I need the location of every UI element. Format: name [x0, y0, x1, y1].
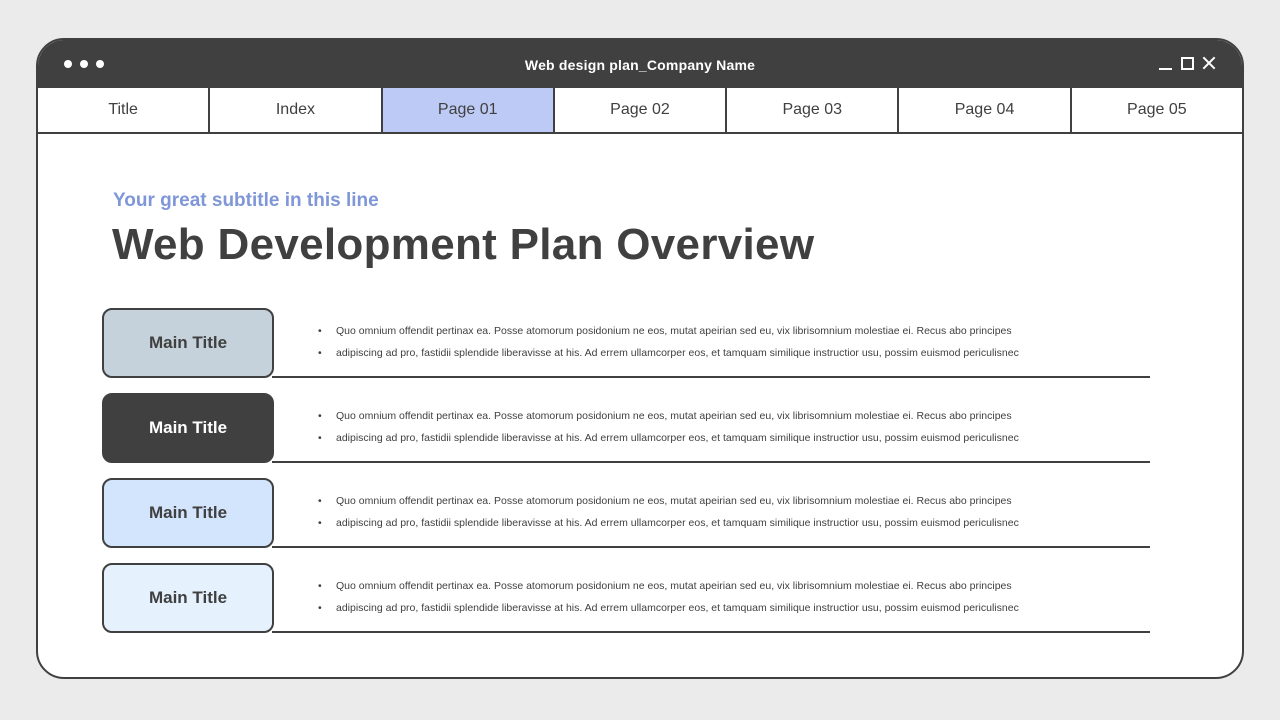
tab-bar: Title Index Page 01 Page 02 Page 03 Page 04 Pa…	[38, 88, 1242, 134]
page-title: Web Development Plan Overview	[112, 220, 815, 269]
main-title-box: Main Title	[102, 308, 274, 378]
bullet-list: Quo omnium offendit pertinax ea. Posse a…	[316, 405, 1019, 449]
list-item: Main Title Quo omnium offendit pertinax e…	[102, 563, 1150, 633]
main-title-box: Main Title	[102, 478, 274, 548]
main-title-box: Main Title	[102, 563, 274, 633]
bullet-text: adipiscing ad pro, fastidii splendide li…	[316, 597, 1019, 619]
title-bar: Web design plan_Company Name	[38, 40, 1242, 88]
tab-title[interactable]: Title	[38, 88, 211, 132]
bullet-text: adipiscing ad pro, fastidii splendide li…	[316, 342, 1019, 364]
bullet-text: Quo omnium offendit pertinax ea. Posse a…	[316, 490, 1019, 512]
tab-page-02[interactable]: Page 02	[555, 88, 728, 132]
window-title: Web design plan_Company Name	[524, 57, 756, 73]
minimize-icon[interactable]	[1159, 56, 1173, 70]
tab-page-01[interactable]: Page 01	[382, 88, 555, 132]
window-controls	[1159, 56, 1216, 70]
page-subtitle: Your great subtitle in this line	[113, 190, 379, 211]
close-icon[interactable]	[1202, 56, 1216, 70]
bullet-text: Quo omnium offendit pertinax ea. Posse a…	[316, 405, 1019, 427]
bullet-list: Quo omnium offendit pertinax ea. Posse a…	[316, 490, 1019, 534]
maximize-icon[interactable]	[1181, 56, 1194, 70]
bullet-list: Quo omnium offendit pertinax ea. Posse a…	[316, 575, 1019, 619]
overview-list: Main Title Quo omnium offendit pertinax e…	[102, 308, 1150, 648]
list-item: Main Title Quo omnium offendit pertinax e…	[102, 478, 1150, 548]
bullet-list: Quo omnium offendit pertinax ea. Posse a…	[316, 320, 1019, 364]
tab-index[interactable]: Index	[210, 88, 383, 132]
tab-page-05[interactable]: Page 05	[1072, 88, 1242, 132]
tab-page-04[interactable]: Page 04	[899, 88, 1072, 132]
browser-window: Web design plan_Company Name Title Index P…	[36, 38, 1244, 679]
bullet-text: adipiscing ad pro, fastidii splendide li…	[316, 427, 1019, 449]
bullet-text: Quo omnium offendit pertinax ea. Posse a…	[316, 320, 1019, 342]
bullet-text: Quo omnium offendit pertinax ea. Posse a…	[316, 575, 1019, 597]
list-item: Main Title Quo omnium offendit pertinax e…	[102, 308, 1150, 378]
list-item: Main Title Quo omnium offendit pertinax e…	[102, 393, 1150, 463]
main-title-box: Main Title	[102, 393, 274, 463]
bullet-text: adipiscing ad pro, fastidii splendide li…	[316, 512, 1019, 534]
tab-page-03[interactable]: Page 03	[727, 88, 900, 132]
